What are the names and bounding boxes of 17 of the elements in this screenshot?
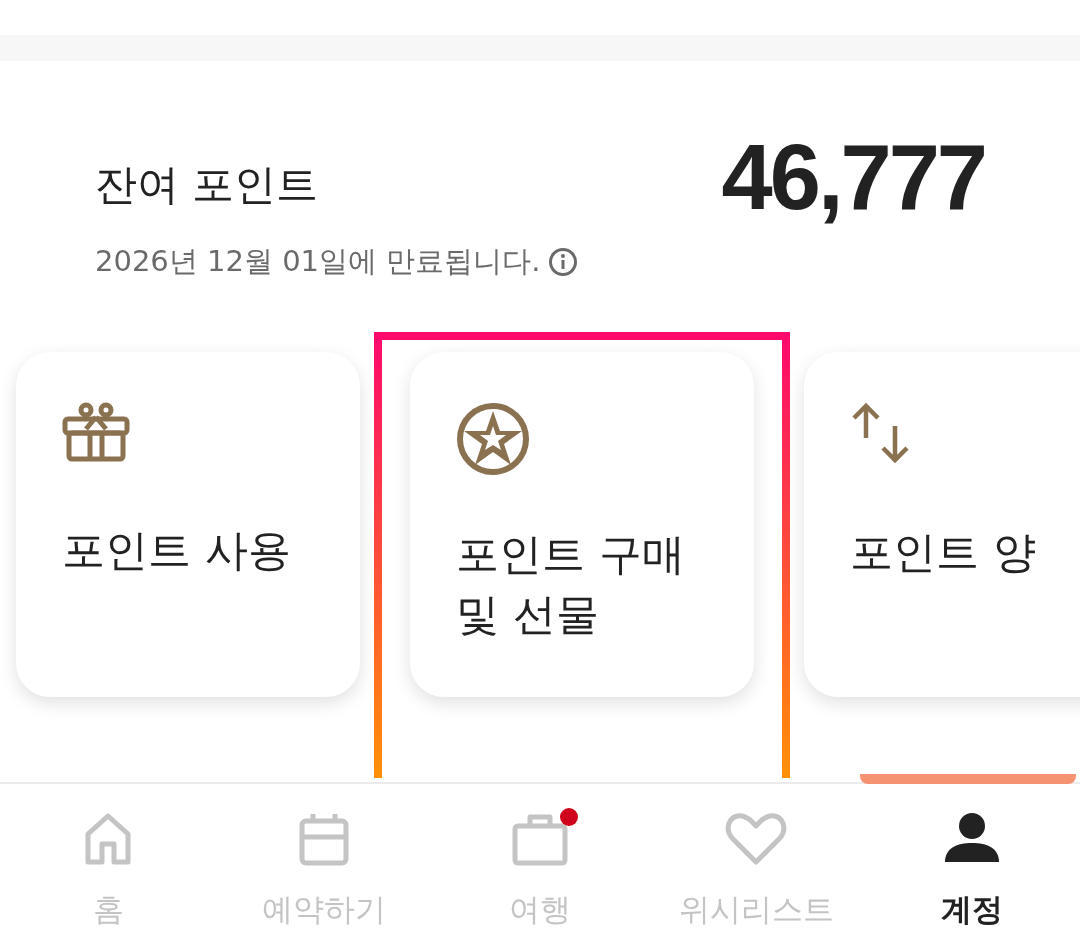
nav-tab[interactable]: 계정 [864, 784, 1080, 949]
info-icon[interactable] [548, 246, 579, 277]
action-card[interactable]: 포인트 양 [804, 351, 1080, 697]
home-icon [84, 812, 132, 866]
gift-icon [62, 401, 130, 462]
heart-icon [725, 812, 787, 866]
calendar-icon [298, 812, 350, 866]
expiry-text: 2026년 12월 01일에 만료됩니다. [95, 243, 541, 280]
action-label: 포인트 양 [850, 525, 1037, 579]
points-amount: 46,777 [721, 131, 985, 230]
action-card[interactable]: 포인트 사용 [16, 351, 360, 697]
action-label: 포인트 사용 [62, 523, 292, 577]
action-card[interactable]: 포인트 구매 및 선물 [410, 351, 754, 697]
balance-title: 잔여 포인트 [95, 159, 320, 211]
action-label: 포인트 구매 및 선물 [456, 527, 686, 641]
suitcase-icon [511, 812, 569, 866]
transfer-arrows-icon [850, 401, 912, 464]
